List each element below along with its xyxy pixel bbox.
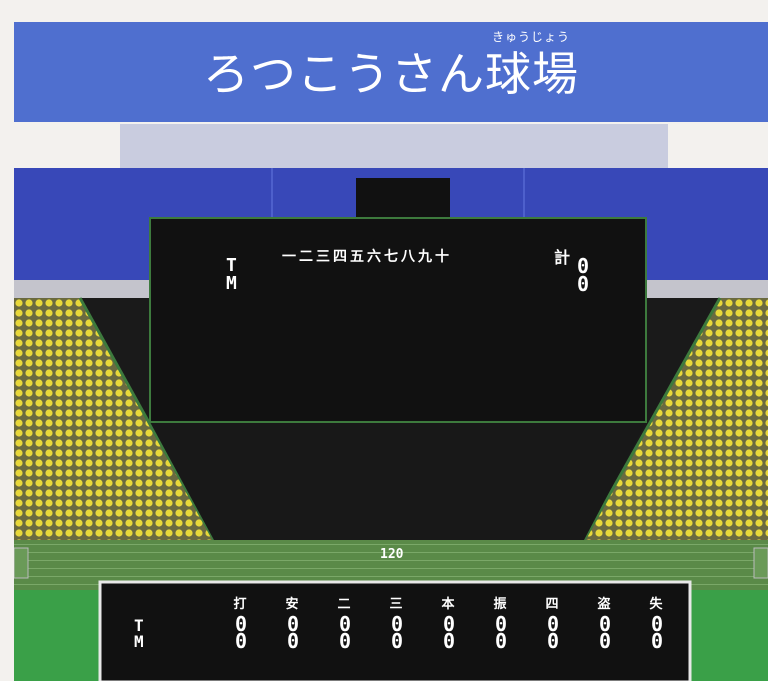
stadium-name: ろつこうさん球場 <box>203 47 579 101</box>
stat-value: 0 <box>442 629 455 653</box>
stat-label: 本 <box>441 597 455 612</box>
stat-value: 0 <box>546 629 559 653</box>
stat-label: 二 <box>337 597 351 612</box>
scoreboard-team-bottom: M <box>226 273 237 294</box>
game-screen: 一二三四五六七八九十 計 T M 0 0 120 T M 打00安00二00三0… <box>14 168 768 681</box>
stat-value: 0 <box>234 629 247 653</box>
scoreboard-total-bottom: 0 <box>577 272 590 296</box>
distance-marker: 120 <box>380 547 404 562</box>
stat-value: 0 <box>650 629 663 653</box>
stat-label: 打 <box>233 597 247 612</box>
scoreboard-team-top: T <box>226 255 237 276</box>
backstop <box>150 422 646 540</box>
stat-value: 0 <box>338 629 351 653</box>
stat-label: 盗 <box>597 597 611 612</box>
stat-value: 0 <box>598 629 611 653</box>
stat-label: 三 <box>389 597 403 612</box>
stat-value: 0 <box>390 629 403 653</box>
stat-value: 0 <box>286 629 299 653</box>
stat-value: 0 <box>494 629 507 653</box>
stat-label: 安 <box>285 597 299 612</box>
total-label: 計 <box>554 248 571 267</box>
scoreboard-top-tab <box>356 178 450 220</box>
stats-team-bottom: M <box>134 632 144 651</box>
stat-label: 四 <box>545 597 559 612</box>
stat-label: 失 <box>649 597 663 612</box>
title-banner: きゅうじょう ろつこうさん球場 <box>14 22 768 122</box>
innings-header: 一二三四五六七八九十 <box>282 249 452 265</box>
banner-underline-strip <box>120 124 668 168</box>
stat-label: 振 <box>493 597 507 612</box>
